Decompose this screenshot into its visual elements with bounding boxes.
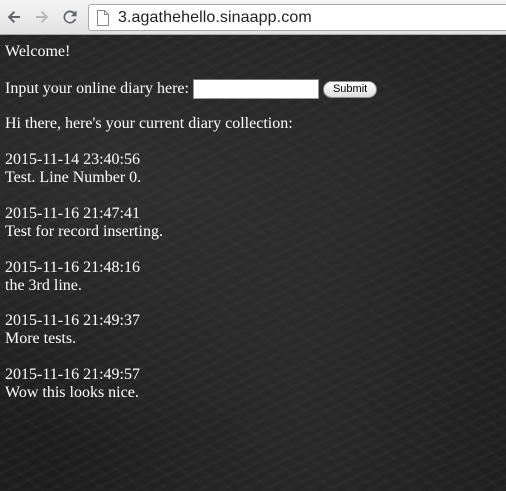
submit-button[interactable]: Submit [322, 80, 378, 98]
entry-text: Wow this looks nice. [5, 384, 139, 401]
diary-entry: 2015-11-16 21:49:37 More tests. [5, 312, 140, 348]
entry-date: 2015-11-16 21:49:37 [5, 312, 140, 329]
browser-window: 3.agathehello.sinaapp.com Welcome! Input… [0, 0, 506, 491]
page-icon [97, 9, 109, 26]
welcome-text: Welcome! [5, 43, 71, 60]
back-arrow-icon [7, 11, 20, 23]
diary-entry: 2015-11-16 21:48:16 the 3rd line. [5, 259, 140, 295]
forward-button[interactable] [31, 6, 53, 28]
collection-heading: Hi there, here's your current diary coll… [5, 115, 293, 132]
entry-date: 2015-11-16 21:49:57 [5, 366, 140, 383]
entry-text: Test. Line Number 0. [5, 169, 142, 186]
entry-date: 2015-11-16 21:47:41 [5, 205, 140, 222]
url-text: 3.agathehello.sinaapp.com [118, 8, 312, 26]
forward-arrow-icon [36, 11, 49, 23]
diary-entry: 2015-11-16 21:47:41 Test for record inse… [5, 205, 163, 241]
entry-text: More tests. [5, 330, 77, 347]
diary-input[interactable] [192, 79, 319, 99]
entry-date: 2015-11-16 21:48:16 [5, 259, 140, 276]
reload-icon [63, 10, 77, 24]
diary-input-label: Input your online diary here: [5, 80, 189, 97]
reload-button[interactable] [59, 6, 81, 28]
entry-date: 2015-11-14 23:40:56 [5, 151, 140, 168]
back-button[interactable] [3, 6, 25, 28]
diary-form: Input your online diary here: Submit [5, 79, 378, 99]
entry-text: the 3rd line. [5, 277, 82, 294]
page-content: Welcome! Input your online diary here: S… [0, 35, 506, 491]
address-bar[interactable]: 3.agathehello.sinaapp.com [88, 4, 506, 31]
diary-entry: 2015-11-14 23:40:56 Test. Line Number 0. [5, 151, 141, 187]
browser-toolbar: 3.agathehello.sinaapp.com [0, 0, 506, 35]
entry-text: Test for record inserting. [5, 223, 163, 240]
diary-entry: 2015-11-16 21:49:57 Wow this looks nice. [5, 366, 140, 402]
